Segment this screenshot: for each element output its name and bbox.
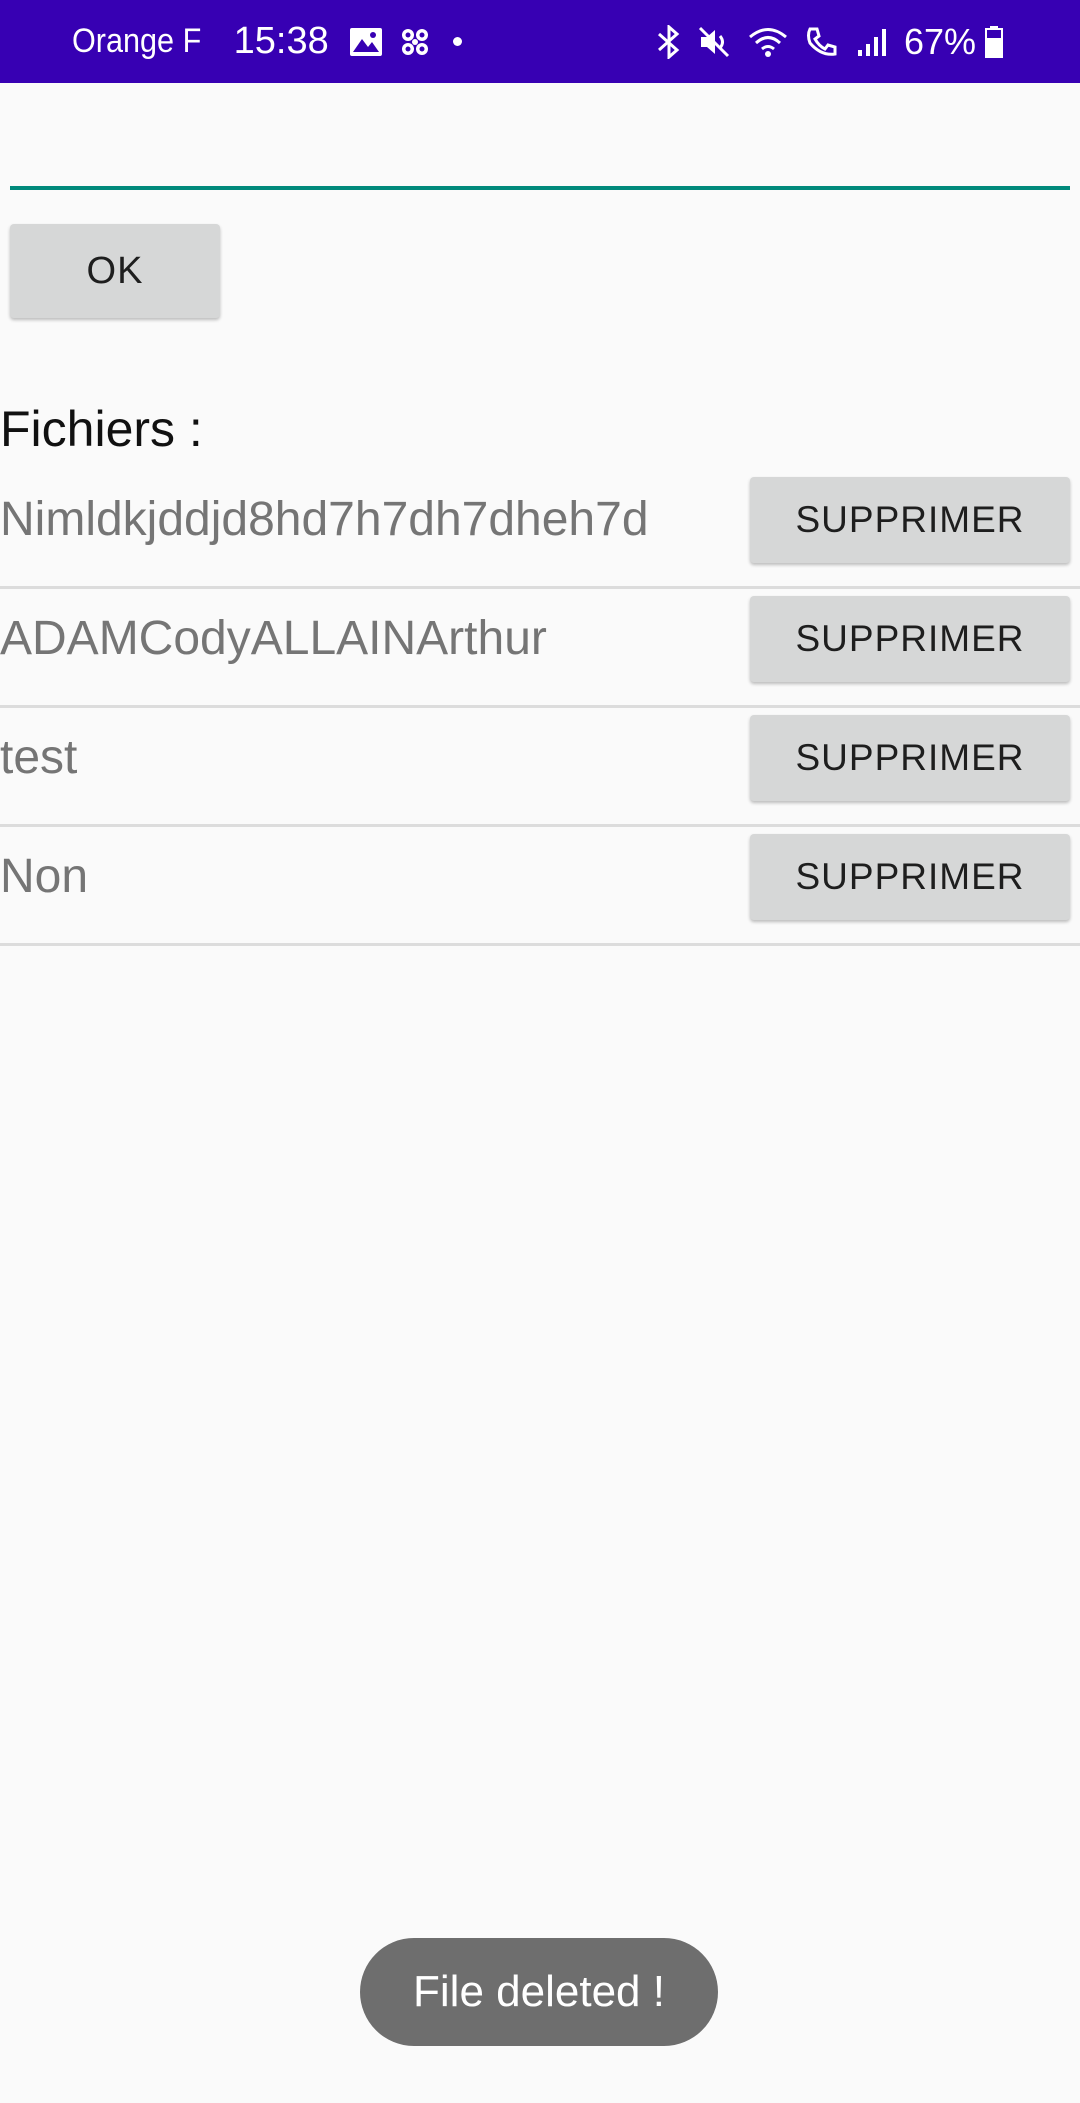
fan-icon: [399, 26, 431, 58]
delete-file-button[interactable]: SUPPRIMER: [750, 477, 1070, 563]
file-name: test: [0, 731, 78, 784]
ok-button[interactable]: OK: [10, 224, 220, 318]
file-name: Non: [0, 850, 89, 903]
image-icon: [349, 27, 383, 57]
clock-time: 15:38: [233, 20, 329, 62]
delete-file-button[interactable]: SUPPRIMER: [750, 834, 1070, 920]
file-row: Nimldkjddjd8hd7h7dh7dheh7d SUPPRIMER: [0, 470, 1080, 589]
file-name: Nimldkjddjd8hd7h7dh7dheh7d: [0, 493, 649, 546]
battery-icon: [984, 25, 1004, 59]
status-bar-right: 67%: [656, 21, 1020, 63]
carrier-name: Orange F: [72, 22, 202, 60]
files-heading: Fichiers :: [0, 401, 203, 457]
file-name: ADAMCodyALLAINArthur: [0, 612, 547, 665]
file-row: Non SUPPRIMER: [0, 827, 1080, 946]
wifi-icon: [748, 25, 788, 59]
delete-file-button[interactable]: SUPPRIMER: [750, 715, 1070, 801]
signal-icon: [856, 26, 888, 58]
toast-message: File deleted !: [360, 1938, 718, 2046]
wifi-call-icon: [804, 25, 840, 59]
bluetooth-icon: [656, 24, 682, 59]
file-list: Nimldkjddjd8hd7h7dh7dheh7d SUPPRIMER ADA…: [0, 470, 1080, 946]
delete-file-button[interactable]: SUPPRIMER: [750, 596, 1070, 682]
file-name-input[interactable]: [10, 110, 1070, 190]
app-screen: Orange F 15:38 67% OK Fichiers: Nimldkj…: [0, 0, 1080, 2103]
mute-icon: [698, 25, 732, 59]
battery-percent: 67%: [903, 20, 976, 62]
file-row: ADAMCodyALLAINArthur SUPPRIMER: [0, 589, 1080, 708]
file-row: test SUPPRIMER: [0, 708, 1080, 827]
status-bar-left: Orange F 15:38: [72, 20, 462, 63]
status-bar: Orange F 15:38 67%: [0, 0, 1080, 83]
dot-icon: [452, 37, 462, 46]
